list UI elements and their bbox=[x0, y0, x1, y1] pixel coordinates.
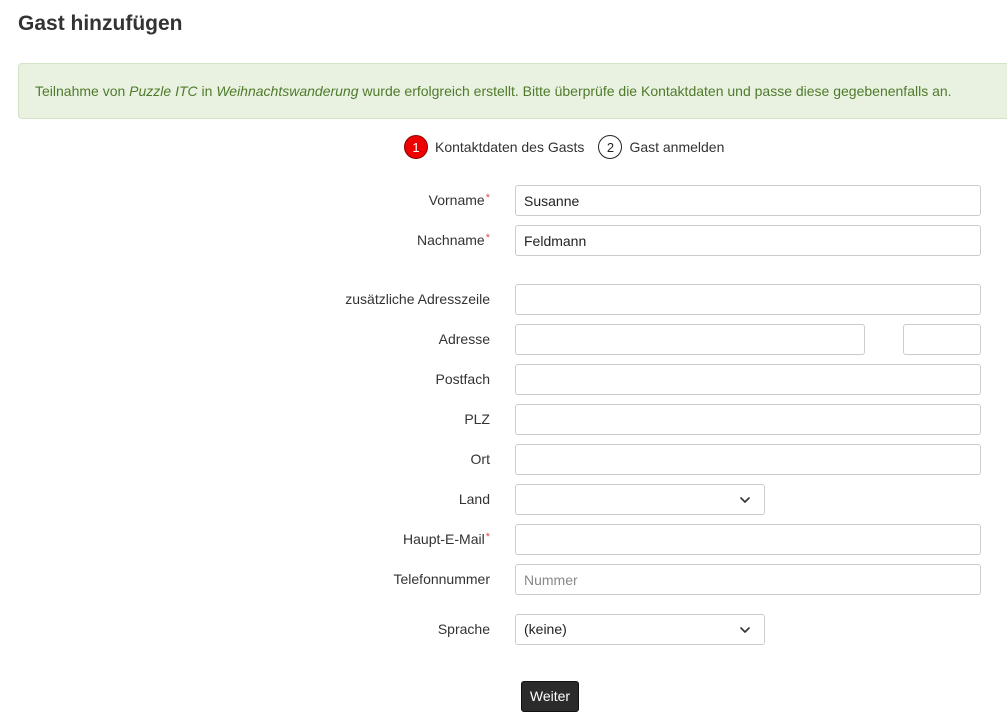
required-marker: * bbox=[485, 232, 490, 244]
last-name-label-text: Nachname bbox=[417, 232, 485, 248]
first-name-input[interactable] bbox=[515, 185, 981, 216]
postbox-row: Postfach bbox=[0, 364, 1007, 395]
country-select[interactable] bbox=[515, 484, 765, 515]
phone-label: Telefonnummer bbox=[393, 571, 491, 587]
chevron-down-icon bbox=[740, 497, 750, 503]
town-input[interactable] bbox=[515, 444, 981, 475]
step-1-number: 1 bbox=[404, 135, 428, 159]
alert-prefix: Teilnahme von bbox=[35, 83, 130, 99]
postbox-input[interactable] bbox=[515, 364, 981, 395]
alert-suffix: wurde erfolgreich erstellt. Bitte überpr… bbox=[358, 83, 952, 99]
page-title: Gast hinzufügen bbox=[18, 12, 183, 35]
first-name-row: Vorname* bbox=[0, 185, 1007, 216]
address-label: Adresse bbox=[438, 331, 490, 347]
step-2-number: 2 bbox=[598, 135, 623, 159]
town-label: Ort bbox=[470, 451, 490, 467]
language-select[interactable]: (keine) bbox=[515, 614, 765, 645]
wizard-steps: 1 Kontaktdaten des Gasts 2 Gast anmelden bbox=[404, 134, 738, 160]
zip-code-input[interactable] bbox=[515, 404, 981, 435]
email-label: Haupt-E-Mail* bbox=[403, 524, 490, 555]
town-row: Ort bbox=[0, 444, 1007, 475]
language-label: Sprache bbox=[437, 621, 490, 637]
zip-code-label: PLZ bbox=[464, 411, 490, 427]
next-button[interactable]: Weiter bbox=[521, 681, 579, 712]
step-1-label: Kontaktdaten des Gasts bbox=[435, 139, 585, 155]
email-label-text: Haupt-E-Mail bbox=[403, 531, 485, 547]
language-row: Sprache (keine) bbox=[0, 614, 1007, 645]
address-care-of-input[interactable] bbox=[515, 284, 981, 315]
required-marker: * bbox=[485, 531, 490, 543]
address-care-of-label: zusätzliche Adresszeile bbox=[345, 291, 490, 307]
address-row: Adresse bbox=[0, 324, 1007, 355]
language-selected-value: (keine) bbox=[524, 621, 567, 637]
last-name-label: Nachname* bbox=[417, 225, 490, 256]
address-care-of-row: zusätzliche Adresszeile bbox=[0, 284, 1007, 315]
street-input[interactable] bbox=[515, 324, 865, 355]
step-register-guest: 2 Gast anmelden bbox=[598, 135, 724, 159]
phone-row: Telefonnummer bbox=[0, 564, 1007, 595]
postbox-label: Postfach bbox=[435, 371, 490, 387]
email-row: Haupt-E-Mail* bbox=[0, 524, 1007, 555]
housenumber-input[interactable] bbox=[903, 324, 981, 355]
success-alert: Teilnahme von Puzzle ITC in Weihnachtswa… bbox=[18, 63, 1007, 119]
alert-event: Weihnachtswanderung bbox=[216, 83, 359, 99]
required-marker: * bbox=[485, 192, 490, 204]
country-label: Land bbox=[458, 491, 490, 507]
chevron-down-icon bbox=[740, 627, 750, 633]
country-row: Land bbox=[0, 484, 1007, 515]
zip-code-row: PLZ bbox=[0, 404, 1007, 435]
step-2-label: Gast anmelden bbox=[629, 139, 725, 155]
first-name-label: Vorname* bbox=[429, 185, 490, 216]
first-name-label-text: Vorname bbox=[428, 192, 485, 208]
step-contact-data: 1 Kontaktdaten des Gasts bbox=[404, 135, 584, 159]
phone-number-input[interactable] bbox=[515, 564, 981, 595]
alert-person: Puzzle ITC bbox=[129, 83, 198, 99]
alert-middle: in bbox=[197, 83, 217, 99]
email-input[interactable] bbox=[515, 524, 981, 555]
last-name-input[interactable] bbox=[515, 225, 981, 256]
last-name-row: Nachname* bbox=[0, 225, 1007, 256]
